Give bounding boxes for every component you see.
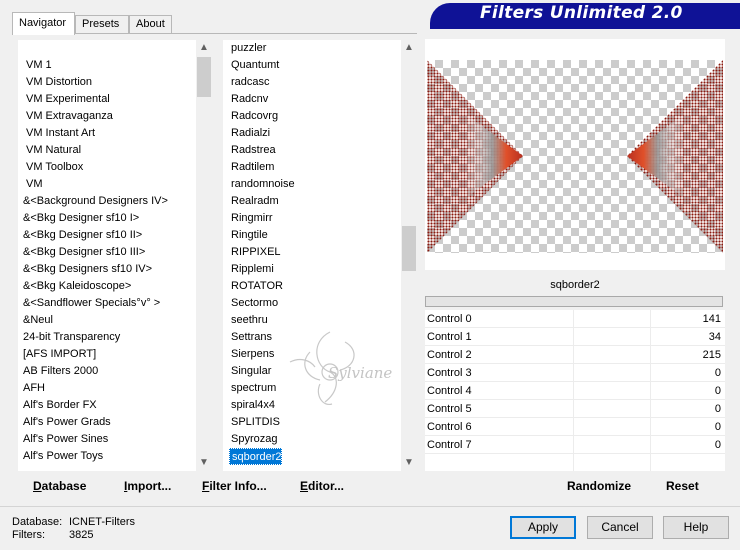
filter-item[interactable]: Realradm bbox=[223, 193, 401, 210]
filter-progress-bar bbox=[425, 296, 723, 307]
control-label: Control 7 bbox=[427, 439, 472, 451]
watermark-text: Sylviane bbox=[328, 364, 393, 382]
control-label: Control 6 bbox=[427, 421, 472, 433]
filter-item[interactable]: Ringmirr bbox=[223, 210, 401, 227]
category-item[interactable]: VM Natural bbox=[18, 142, 198, 159]
control-value[interactable]: 0 bbox=[715, 367, 721, 379]
category-item[interactable]: 24-bit Transparency bbox=[18, 329, 198, 346]
category-item[interactable]: AFH bbox=[18, 380, 198, 397]
control-value[interactable]: 0 bbox=[715, 385, 721, 397]
control-value[interactable]: 215 bbox=[703, 349, 721, 361]
reset-button[interactable]: Reset bbox=[666, 479, 699, 493]
category-item[interactable]: VM Distortion bbox=[18, 74, 198, 91]
filter-item[interactable]: Ringtile bbox=[223, 227, 401, 244]
category-item[interactable]: &Neul bbox=[18, 312, 198, 329]
category-item[interactable]: [AFS IMPORT] bbox=[18, 346, 198, 363]
control-label: Control 3 bbox=[427, 367, 472, 379]
control-row[interactable]: Control 5 0 bbox=[425, 400, 725, 418]
control-label: Control 2 bbox=[427, 349, 472, 361]
tab-about[interactable]: About bbox=[129, 15, 172, 34]
filter-item[interactable]: Radtilem bbox=[223, 159, 401, 176]
scroll-down-arrow-icon[interactable]: ▼ bbox=[196, 455, 212, 471]
category-item[interactable]: Alf's Power Grads bbox=[18, 414, 198, 431]
control-value[interactable]: 0 bbox=[715, 403, 721, 415]
category-item[interactable]: VM Instant Art bbox=[18, 125, 198, 142]
category-item[interactable]: &<Bkg Designers sf10 IV> bbox=[18, 261, 198, 278]
preview-image bbox=[427, 60, 723, 253]
control-row[interactable]: Control 0 141 bbox=[425, 310, 725, 328]
filter-scroll-thumb[interactable] bbox=[402, 226, 416, 271]
filter-item[interactable]: Radstrea bbox=[223, 142, 401, 159]
category-item[interactable]: Alf's Border FX bbox=[18, 397, 198, 414]
category-item[interactable]: VM Experimental bbox=[18, 91, 198, 108]
category-item[interactable]: Alf's Power Sines bbox=[18, 431, 198, 448]
tab-presets[interactable]: Presets bbox=[75, 15, 129, 34]
database-value: ICNET-Filters bbox=[69, 516, 135, 528]
filter-item[interactable]: Radcovrg bbox=[223, 108, 401, 125]
watermark: Sylviane bbox=[270, 322, 420, 422]
control-row[interactable]: Control 6 0 bbox=[425, 418, 725, 436]
app-title: Filters Unlimited 2.0 bbox=[480, 3, 683, 23]
import-button[interactable]: Import... bbox=[124, 479, 171, 493]
control-label: Control 5 bbox=[427, 403, 472, 415]
category-item[interactable]: Alf's Power Toys bbox=[18, 448, 198, 465]
category-scroll-thumb[interactable] bbox=[197, 57, 211, 97]
category-item[interactable]: VM 1 bbox=[18, 57, 198, 74]
category-item[interactable]: &<Background Designers IV> bbox=[18, 193, 198, 210]
filter-info-button[interactable]: Filter Info... bbox=[202, 479, 267, 493]
control-value[interactable]: 0 bbox=[715, 439, 721, 451]
filter-item[interactable]: Radcnv bbox=[223, 91, 401, 108]
filter-item[interactable]: Quantumt bbox=[223, 57, 401, 74]
editor-button[interactable]: Editor... bbox=[300, 479, 344, 493]
control-label: Control 1 bbox=[427, 331, 472, 343]
category-item[interactable]: AB Filters 2000 bbox=[18, 363, 198, 380]
category-item[interactable]: &<Bkg Designer sf10 III> bbox=[18, 244, 198, 261]
control-label: Control 0 bbox=[427, 313, 472, 325]
tab-navigator[interactable]: Navigator bbox=[12, 12, 75, 35]
database-label: Database: bbox=[12, 516, 63, 528]
control-row[interactable]: Control 4 0 bbox=[425, 382, 725, 400]
database-button[interactable]: Database bbox=[33, 479, 86, 493]
control-row[interactable]: Control 3 0 bbox=[425, 364, 725, 382]
control-row[interactable]: Control 1 34 bbox=[425, 328, 725, 346]
scroll-up-arrow-icon[interactable]: ▲ bbox=[401, 40, 417, 56]
selected-filter-name: sqborder2 bbox=[425, 275, 725, 295]
control-value[interactable]: 34 bbox=[709, 331, 721, 343]
control-value[interactable]: 0 bbox=[715, 421, 721, 433]
preview-graphic bbox=[427, 60, 723, 253]
filter-item[interactable]: Spyrozag bbox=[223, 431, 401, 448]
filter-item[interactable]: randomnoise bbox=[223, 176, 401, 193]
category-scrollbar[interactable]: ▲ ▼ bbox=[196, 40, 212, 471]
apply-button[interactable]: Apply bbox=[510, 516, 576, 539]
randomize-button[interactable]: Randomize bbox=[567, 479, 631, 493]
footer-divider bbox=[0, 506, 740, 507]
category-item[interactable]: VM Extravaganza bbox=[18, 108, 198, 125]
category-item[interactable]: &<Bkg Kaleidoscope> bbox=[18, 278, 198, 295]
cancel-button[interactable]: Cancel bbox=[587, 516, 653, 539]
filter-item[interactable]: RIPPIXEL bbox=[223, 244, 401, 261]
filter-item[interactable]: puzzler bbox=[223, 40, 401, 57]
category-item[interactable]: &<Sandflower Specials°v° > bbox=[18, 295, 198, 312]
control-row[interactable]: Control 7 0 bbox=[425, 436, 725, 454]
filter-item[interactable]: ROTATOR bbox=[223, 278, 401, 295]
category-item[interactable]: VM Toolbox bbox=[18, 159, 198, 176]
category-list[interactable]: VM 1 VM Distortion VM Experimental VM Extra… bbox=[18, 40, 198, 471]
filter-item[interactable]: Sectormo bbox=[223, 295, 401, 312]
scroll-up-arrow-icon[interactable]: ▲ bbox=[196, 40, 212, 56]
filters-label: Filters: bbox=[12, 529, 45, 541]
scroll-down-arrow-icon[interactable]: ▼ bbox=[401, 455, 417, 471]
category-item[interactable]: &<Bkg Designer sf10 II> bbox=[18, 227, 198, 244]
control-label: Control 4 bbox=[427, 385, 472, 397]
filters-value: 3825 bbox=[69, 529, 94, 541]
filter-item[interactable]: Radialzi bbox=[223, 125, 401, 142]
category-item[interactable]: VM bbox=[18, 176, 198, 193]
controls-panel: Control 0 141 Control 1 34 Control 2 215 Contr… bbox=[425, 310, 725, 471]
filter-item[interactable]: Ripplemi bbox=[223, 261, 401, 278]
filter-item[interactable]: sqborder2 bbox=[229, 448, 282, 465]
filter-item[interactable]: radcasc bbox=[223, 74, 401, 91]
category-item[interactable]: &<Bkg Designer sf10 I> bbox=[18, 210, 198, 227]
control-value[interactable]: 141 bbox=[703, 313, 721, 325]
control-row[interactable]: Control 2 215 bbox=[425, 346, 725, 364]
help-button[interactable]: Help bbox=[663, 516, 729, 539]
